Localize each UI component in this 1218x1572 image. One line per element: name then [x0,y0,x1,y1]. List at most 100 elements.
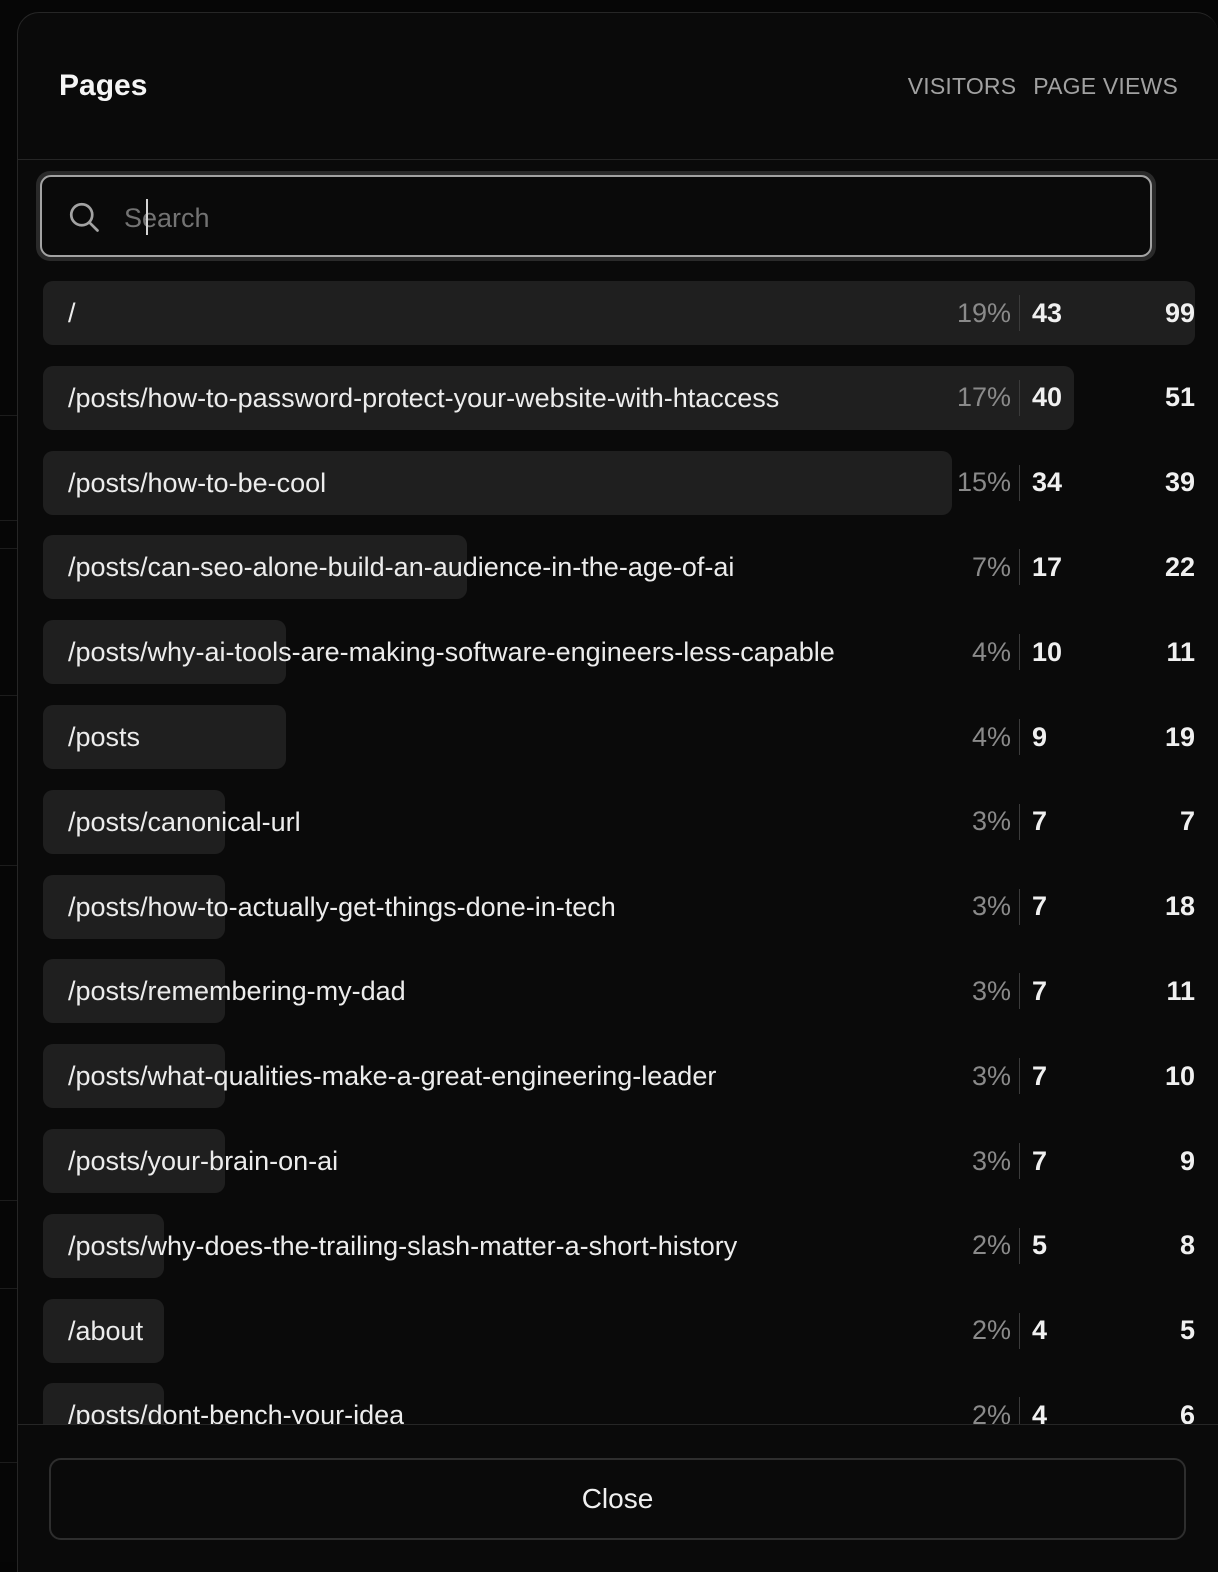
page-views-count: 11 [1166,975,1195,1006]
page-views-count: 39 [1164,467,1195,498]
page-row[interactable]: /posts/can-seo-alone-build-an-audience-i… [43,535,1195,600]
visitors-count: 7 [1032,1060,1048,1091]
search-box[interactable] [40,175,1152,257]
visitors-count: 7 [1032,806,1048,837]
page-path: /posts/your-brain-on-ai [68,1146,339,1176]
visitors-count: 5 [1032,1230,1048,1261]
search-icon [69,202,99,232]
visitors-count: 40 [1032,382,1063,413]
visitor-percent: 19% [956,297,1011,328]
page-path: /posts/why-ai-tools-are-making-software-… [68,637,835,668]
page-path: /posts/dont-bench-your-idea [68,1400,405,1424]
visitors-count: 7 [1032,891,1048,922]
page-views-count: 99 [1164,297,1195,328]
visitors-count: 43 [1032,297,1063,328]
page-views-count: 5 [1179,1315,1195,1346]
background-divider [0,1462,18,1463]
visitor-percent: 15% [956,467,1011,498]
row-stats: 4% 9 19 [972,705,1195,769]
page-views-count: 6 [1179,1399,1195,1424]
background-divider [0,548,18,549]
visitor-percent: 3% [971,1060,1011,1091]
page-row[interactable]: /posts/why-ai-tools-are-making-software-… [43,620,1195,685]
visitors-count: 4 [1032,1315,1048,1346]
page-path: /posts/remembering-my-dad [68,976,406,1007]
search-input[interactable] [122,187,1106,249]
row-stats: 3% 7 11 [972,959,1195,1023]
visitor-percent: 4% [971,721,1011,752]
page-views-count: 9 [1179,1145,1195,1176]
visitor-percent: 3% [971,975,1011,1006]
page-row[interactable]: /posts/what-qualities-make-a-great-engin… [43,1044,1195,1109]
page-row[interactable]: /posts/how-to-password-protect-your-webs… [43,365,1195,430]
page-views-count: 22 [1164,551,1195,582]
page-row[interactable]: /about 2% 4 5 [43,1298,1195,1363]
page-path: /posts/what-qualities-make-a-great-engin… [68,1061,717,1092]
page-views-count: 8 [1179,1230,1195,1261]
pages-dialog: Pages VISITORS PAGE VIEWS /19%4399/posts… [17,12,1218,1572]
page-views-count: 11 [1166,636,1195,667]
background-divider [0,865,18,866]
background-divider [0,695,18,696]
page-row[interactable]: /posts/canonical-url 3% 7 7 [43,789,1195,854]
page-path: /posts/how-to-password-protect-your-webs… [68,382,780,413]
close-button[interactable]: Close [49,1458,1186,1540]
visitors-count: 9 [1032,721,1048,752]
page-row[interactable]: /posts/your-brain-on-ai 3% 7 9 [43,1129,1195,1193]
search-focus-ring [36,171,1156,261]
page-views-count: 7 [1179,806,1195,837]
page-path: /posts/canonical-url [68,806,301,837]
background-divider [0,1288,18,1289]
page-path: /posts/why-does-the-trailing-slash-matte… [68,1230,738,1261]
visitors-count: 7 [1032,1145,1048,1176]
page-row[interactable]: / 19% 43 99 [43,281,1195,345]
page-row[interactable]: /posts 4% 9 19 [43,705,1195,769]
tab-page-views[interactable]: PAGE VIEWS [1033,73,1178,100]
row-stats: 7% 17 22 [972,535,1195,599]
visitors-count: 34 [1032,467,1063,498]
visitor-percent: 3% [971,806,1011,837]
visitors-count: 7 [1032,975,1048,1006]
row-stats: 3% 7 18 [972,875,1195,939]
visitor-percent: 17% [956,382,1011,413]
dialog-header: Pages VISITORS PAGE VIEWS [18,13,1218,160]
page-row[interactable]: /posts/remembering-my-dad 3% 7 11 [43,959,1195,1024]
row-stats: 19% 43 99 [957,281,1195,345]
row-stats: 17% 40 51 [957,366,1195,430]
dialog-footer: Close [18,1424,1218,1572]
metric-tabs: VISITORS PAGE VIEWS [908,73,1178,100]
page-row[interactable]: /posts/how-to-actually-get-things-done-i… [43,874,1195,939]
page-path: / [68,298,76,328]
page-path: /about [68,1315,144,1346]
page-row[interactable]: /posts/dont-bench-your-idea 2% 4 6 [43,1383,1195,1424]
page-views-count: 10 [1164,1060,1195,1091]
page-views-count: 19 [1164,721,1195,752]
visitor-percent: 3% [971,891,1011,922]
visitor-percent: 7% [971,551,1011,582]
tab-visitors[interactable]: VISITORS [908,73,1017,100]
row-stats: 3% 7 10 [972,1044,1195,1108]
page-path: /posts [68,722,141,752]
row-stats: 2% 4 6 [972,1383,1195,1424]
background-divider [0,520,18,521]
visitor-percent: 2% [971,1315,1011,1346]
dialog-title: Pages [59,69,148,102]
visitors-count: 4 [1032,1399,1048,1424]
visitors-count: 10 [1032,636,1063,667]
page-row[interactable]: /posts/how-to-be-cool 15% 34 39 [43,450,1195,515]
row-stats: 3% 7 9 [972,1129,1195,1193]
visitor-percent: 2% [971,1230,1011,1261]
pages-list[interactable]: /19% 43 99/posts/how-to-password-protect-y… [18,281,1218,1424]
visitor-percent: 4% [971,636,1011,667]
row-stats: 4% 10 11 [972,620,1195,684]
visitor-percent: 2% [971,1399,1011,1424]
row-stats: 2% 5 8 [972,1214,1195,1278]
page-row[interactable]: /posts/why-does-the-trailing-slash-matte… [43,1213,1195,1278]
page-views-count: 18 [1164,891,1195,922]
text-caret [146,199,148,235]
visitor-percent: 3% [971,1145,1011,1176]
page-path: /posts/how-to-be-cool [68,467,327,498]
page-views-count: 51 [1164,382,1195,413]
row-stats: 15% 34 39 [957,451,1195,515]
page-path: /posts/can-seo-alone-build-an-audience-i… [68,552,735,583]
